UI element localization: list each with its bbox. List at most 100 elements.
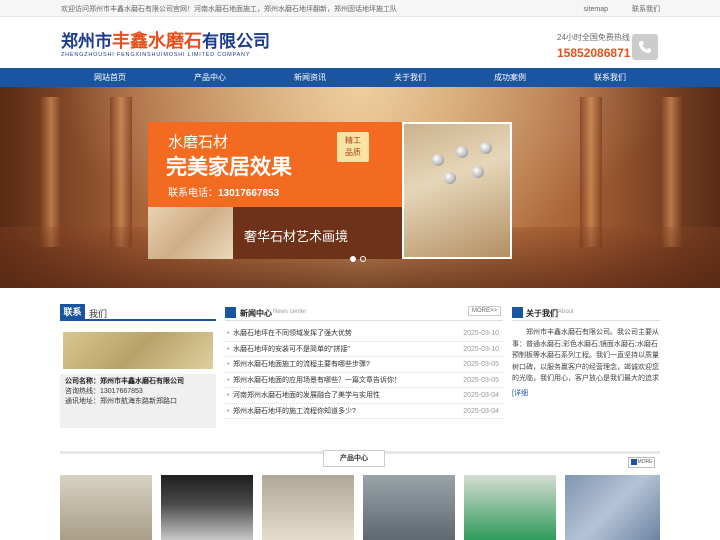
promo-phone-label: 联系电话： (168, 188, 218, 199)
news-item[interactable]: • 水磨石地坪的安装可不是简单的"拼接" 2025-03-10 (225, 342, 503, 358)
contact-info: 公司名称：郑州市丰鑫水磨石有限公司 咨询热线：13017667853 通讯地址：… (60, 374, 216, 428)
news-item-date: 2025-03-04 (463, 407, 499, 415)
sitemap-link[interactable]: sitemap (584, 6, 609, 13)
banner-promo: 水磨石材 完美家居效果 联系电话：13017667853 精工品质 奢华石材艺术… (148, 122, 402, 259)
products-more-button[interactable]: MORE (628, 457, 655, 468)
news-box: 新闻中心 News center MORE>> • 水磨石地坪在不同领域发挥了强大… (225, 304, 503, 419)
steel-ball (472, 166, 484, 178)
about-detail-link[interactable]: [详细 (512, 388, 528, 398)
phone-label: 咨询热线： (65, 388, 100, 395)
products-more-label: MORE (637, 459, 653, 465)
steel-ball (480, 142, 492, 154)
logo-english: ZHENGZHOUSHI FENGXINSHUIMOSHI LIMITED CO… (61, 52, 251, 58)
banner-pillar (110, 97, 132, 247)
badge-line2: 品质 (345, 148, 361, 157)
welcome-text: 欢迎访问郑州市丰鑫水磨石有限公司官网！河南水磨石地面施工，郑州水磨石地坪翻新，郑… (61, 6, 397, 13)
news-item-date: 2025-03-05 (463, 361, 499, 368)
hotline-label: 24小时全国免费热线 (557, 33, 630, 42)
nav-item-home[interactable]: 网站首页 (60, 68, 160, 87)
news-item[interactable]: • 河南郑州水磨石地面的发展融合了美学与实用性 2025-03-04 (225, 388, 503, 404)
nav-item-cases[interactable]: 成功案例 (460, 68, 560, 87)
bullet-icon: • (227, 361, 230, 368)
news-header: 新闻中心 News center MORE>> (225, 304, 503, 321)
company-name: 郑州市丰鑫水磨石有限公司 (100, 378, 184, 385)
news-more-button[interactable]: MORE>> (467, 306, 501, 316)
promo-line1: 水磨石材 (168, 134, 229, 151)
nav-item-about[interactable]: 关于我们 (360, 68, 460, 87)
slider-dots (350, 249, 370, 267)
banner-pillar (40, 97, 62, 247)
nav-item-contact[interactable]: 联系我们 (560, 68, 660, 87)
logo[interactable]: 郑州市丰鑫水磨石有限公司 ZHENGZHOUSHI FENGXINSHUIMOS… (61, 32, 270, 58)
product-item[interactable] (565, 475, 660, 540)
news-item-title[interactable]: 水磨石地坪的安装可不是简单的"拼接" (233, 342, 350, 358)
news-item-title[interactable]: 水磨石地坪在不同领域发挥了强大优势 (233, 326, 352, 342)
quality-badge: 精工 品质 (337, 132, 369, 162)
product-item[interactable] (60, 475, 152, 540)
nav-item-products[interactable]: 产品中心 (160, 68, 260, 87)
phone-value: 13017667853 (100, 388, 143, 395)
news-item-title[interactable]: 郑州水磨石地面施工的流程主要有哪些步骤? (233, 357, 370, 373)
bullet-icon: • (227, 407, 230, 415)
hotline: 24小时全国免费热线 15852086871 (557, 32, 630, 60)
address-value: 郑州市航海东路新郑路口 (100, 398, 177, 405)
products-title: 产品中心 (323, 450, 385, 467)
promo-slogan: 奢华石材艺术画境 (244, 229, 349, 244)
about-title: 关于我们 (526, 309, 558, 318)
steel-ball (432, 154, 444, 166)
hotline-number: 15852086871 (557, 46, 631, 60)
product-item[interactable] (161, 475, 253, 540)
contact-link[interactable]: 联系我们 (632, 6, 660, 13)
news-item-date: 2025-03-10 (463, 345, 499, 353)
news-item-date: 2025-03-04 (463, 392, 499, 399)
product-item[interactable] (464, 475, 556, 540)
logo-highlight: 丰鑫水磨石 (112, 31, 202, 51)
logo-suffix: 有限公司 (202, 32, 270, 51)
contact-box-title: 我们 (89, 309, 108, 319)
bullet-icon: • (227, 330, 230, 337)
news-title: 新闻中心 (240, 309, 272, 318)
contact-box: 联系 我们 公司名称：郑州市丰鑫水磨石有限公司 咨询热线：13017667853… (60, 304, 216, 428)
about-text: 郑州市丰鑫水磨石有限公司。我公司主要从事：普通水磨石;彩色水磨石;镜面水磨石;水… (512, 329, 659, 382)
more-icon (630, 458, 637, 465)
news-item-date: 2025-03-05 (463, 376, 499, 384)
banner-pillar (660, 97, 682, 247)
products-row (60, 475, 660, 540)
news-item[interactable]: • 水磨石地坪在不同领域发挥了强大优势 2025-03-10 (225, 326, 503, 342)
about-icon (512, 307, 523, 318)
steel-ball (444, 172, 456, 184)
nav-item-news[interactable]: 新闻资讯 (260, 68, 360, 87)
terrazzo-photo (402, 122, 512, 259)
news-subtitle: News center (273, 309, 307, 315)
phone-icon (632, 34, 658, 60)
contact-box-tab: 联系 (60, 304, 85, 321)
promo-line2: 完美家居效果 (166, 156, 292, 179)
product-item[interactable] (363, 475, 455, 540)
logo-text: 郑州市丰鑫水磨石有限公司 (61, 32, 270, 51)
news-item[interactable]: • 郑州水磨石地面的应用场景有哪些？一篇文章告诉你！ 2025-03-05 (225, 373, 503, 389)
news-list: • 水磨石地坪在不同领域发挥了强大优势 2025-03-10 • 水磨石地坪的安装可不… (225, 326, 503, 419)
company-label: 公司名称： (65, 378, 100, 385)
steel-ball (456, 146, 468, 158)
slider-dot-active[interactable] (350, 256, 356, 262)
bullet-icon: • (227, 345, 230, 353)
main-nav: 网站首页 产品中心 新闻资讯 关于我们 成功案例 联系我们 (0, 68, 720, 87)
top-bar: 欢迎访问郑州市丰鑫水磨石有限公司官网！河南水磨石地面施工，郑州水磨石地坪翻新，郑… (0, 0, 720, 17)
news-item-title[interactable]: 郑州水磨石地坪的施工流程你知道多少? (233, 404, 356, 420)
contact-image (63, 332, 213, 369)
bullet-icon: • (227, 376, 230, 384)
badge-line1: 精工 (345, 136, 361, 145)
header: 郑州市丰鑫水磨石有限公司 ZHENGZHOUSHI FENGXINSHUIMOS… (0, 18, 720, 68)
news-item-title[interactable]: 河南郑州水磨石地面的发展融合了美学与实用性 (233, 388, 380, 404)
banner-pillar (580, 97, 602, 247)
news-item[interactable]: • 郑州水磨石地坪的施工流程你知道多少? 2025-03-04 (225, 404, 503, 420)
promo-phone-value: 13017667853 (218, 188, 280, 199)
news-item[interactable]: • 郑州水磨石地面施工的流程主要有哪些步骤? 2025-03-05 (225, 357, 503, 373)
contact-box-header: 联系 我们 (60, 304, 216, 321)
bullet-icon: • (227, 392, 230, 399)
product-item[interactable] (262, 475, 354, 540)
logo-prefix: 郑州市 (61, 32, 112, 51)
slider-dot[interactable] (360, 256, 366, 262)
news-item-title[interactable]: 郑州水磨石地面的应用场景有哪些？一篇文章告诉你！ (233, 373, 401, 389)
stone-sample-image (148, 207, 233, 259)
